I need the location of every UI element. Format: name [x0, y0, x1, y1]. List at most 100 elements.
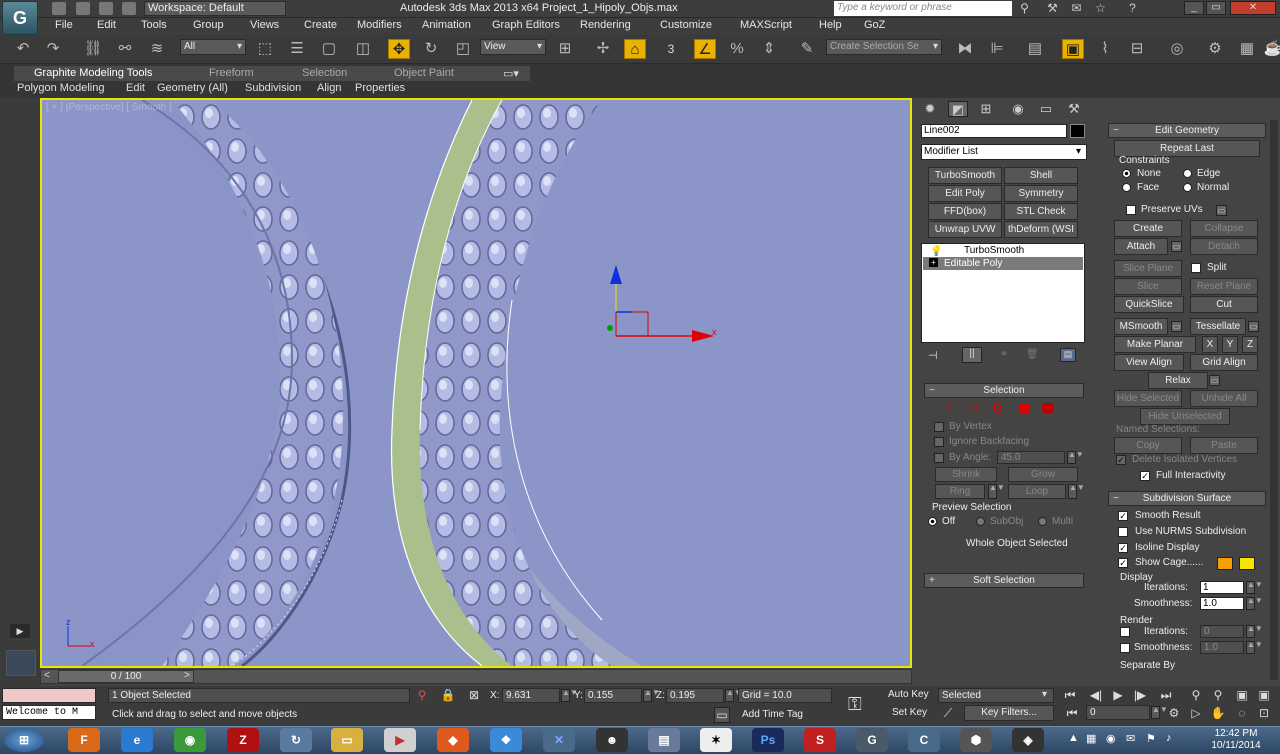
ring-button[interactable]: Ring — [935, 484, 985, 499]
current-frame-field[interactable]: 0 — [1086, 705, 1150, 720]
pan-icon[interactable]: ✋ — [1210, 706, 1226, 720]
copy-button[interactable]: Copy — [1114, 437, 1182, 454]
rendered-frame-icon[interactable]: ▦ — [1236, 39, 1258, 59]
binoculars-icon[interactable]: ⚲ — [1018, 2, 1031, 15]
cut-button[interactable]: Cut — [1190, 296, 1258, 313]
maxscript-listener-top[interactable] — [2, 688, 96, 703]
tray-chat-icon[interactable]: ✉ — [1126, 732, 1135, 745]
y-coord-spinner[interactable]: ▲▼ — [643, 689, 660, 702]
msmooth-button[interactable]: MSmooth — [1114, 318, 1168, 335]
tray-volume-icon[interactable]: ♪ — [1166, 732, 1172, 744]
maxscript-listener[interactable]: Welcome to M — [2, 705, 96, 720]
close-button[interactable]: ✕ — [1230, 1, 1276, 15]
dropbox-icon[interactable]: ❖ — [490, 728, 522, 752]
ribbon-sub-subdivision[interactable]: Subdivision — [245, 82, 301, 94]
display-tab-icon[interactable]: ▭ — [1036, 101, 1056, 117]
unhide-all-button[interactable]: Unhide All — [1190, 390, 1258, 407]
mod-symmetry-button[interactable]: Symmetry — [1004, 185, 1078, 202]
time-next-icon[interactable]: > — [184, 670, 190, 681]
mod-editpoly-button[interactable]: Edit Poly — [928, 185, 1002, 202]
align-icon[interactable]: ⊫ — [986, 39, 1008, 59]
communication-icon[interactable]: ✉ — [1070, 2, 1083, 15]
reference-coord-dropdown[interactable]: View — [480, 39, 546, 55]
mirror-icon[interactable]: ⧓ — [954, 39, 976, 59]
quickslice-button[interactable]: QuickSlice — [1114, 296, 1184, 313]
ribbon-sub-polygon-modeling[interactable]: Polygon Modeling — [17, 82, 104, 94]
undo-quick-icon[interactable] — [122, 2, 136, 15]
element-mode-icon[interactable] — [1042, 403, 1054, 413]
render-iterations-checkbox[interactable] — [1120, 627, 1130, 637]
spinner-snap-icon[interactable]: ⇕ — [758, 39, 780, 59]
move-icon[interactable]: ✥ — [388, 39, 410, 59]
media-player-icon[interactable]: ▶ — [384, 728, 416, 752]
app-icon-3[interactable]: ☻ — [596, 728, 628, 752]
tray-app-icon[interactable]: ◉ — [1106, 732, 1116, 745]
pivot-center-icon[interactable]: ⊞ — [554, 39, 576, 59]
delete-isolated-checkbox[interactable]: ✓ — [1116, 455, 1126, 465]
lock-selection-icon[interactable]: 🔒 — [440, 688, 456, 702]
ring-spinner[interactable]: ▲▼ — [988, 484, 1005, 499]
app-icon-5[interactable]: ✶ — [700, 728, 732, 752]
show-end-result-icon[interactable]: || — [962, 347, 982, 363]
start-button-icon[interactable]: ⊞ — [4, 728, 44, 752]
z-coord-spinner[interactable]: ▲▼ — [725, 689, 742, 702]
help-icon[interactable]: ? — [1126, 2, 1139, 15]
open-file-icon[interactable] — [76, 2, 90, 15]
constraint-face-radio[interactable] — [1122, 183, 1131, 192]
material-editor-icon[interactable]: ◎ — [1166, 39, 1188, 59]
menu-group[interactable]: Group — [193, 19, 224, 31]
tray-flag-icon[interactable]: ⚑ — [1146, 732, 1156, 745]
play-animation-icon[interactable]: ▶ — [1110, 688, 1126, 702]
msmooth-settings-icon[interactable]: ▭ — [1171, 321, 1182, 332]
ribbon-tab-freeform[interactable]: Freeform — [209, 67, 254, 79]
absolute-mode-icon[interactable]: ⊠ — [466, 688, 482, 702]
use-nurms-checkbox[interactable] — [1118, 527, 1128, 537]
curve-editor-icon[interactable]: ⌇ — [1094, 39, 1116, 59]
app-icon-1[interactable]: ◆ — [437, 728, 469, 752]
panel-scrollbar[interactable] — [1270, 120, 1278, 680]
soft-selection-rollout-header[interactable]: Soft Selection — [924, 573, 1084, 588]
mod-shell-button[interactable]: Shell — [1004, 167, 1078, 184]
subdivision-surface-header[interactable]: Subdivision Surface — [1108, 491, 1266, 506]
render-smoothness-spinner[interactable]: ▲▼ — [1246, 641, 1263, 654]
undo-icon[interactable]: ↶ — [12, 39, 34, 59]
rotate-icon[interactable]: ↻ — [420, 39, 442, 59]
ie-icon[interactable]: e — [121, 728, 153, 752]
border-mode-icon[interactable]: Ꝺ — [993, 400, 1002, 417]
create-button[interactable]: Create — [1114, 220, 1182, 237]
selection-rollout-header[interactable]: Selection — [924, 383, 1084, 398]
maximize-button[interactable]: ▭ — [1206, 1, 1226, 15]
render-smoothness-field[interactable]: 1.0 — [1200, 641, 1244, 654]
ribbon-options-icon[interactable]: ▭▾ — [503, 67, 519, 80]
favorites-icon[interactable]: ☆ — [1094, 2, 1107, 15]
utilities-tab-icon[interactable]: ⚒ — [1064, 101, 1084, 117]
go-to-start-icon[interactable]: ⏮ — [1062, 688, 1078, 703]
preview-subobj-radio[interactable] — [976, 517, 985, 526]
isolate-icon[interactable]: ⚲ — [414, 688, 430, 702]
select-manipulate-icon[interactable]: ✢ — [592, 39, 614, 59]
by-angle-checkbox[interactable] — [934, 453, 944, 463]
loop-button[interactable]: Loop — [1008, 484, 1066, 499]
full-interactivity-checkbox[interactable]: ✓ — [1140, 471, 1150, 481]
layer-manager-icon[interactable]: ▤ — [1024, 39, 1046, 59]
polygon-mode-icon[interactable] — [1019, 403, 1030, 413]
smooth-result-checkbox[interactable]: ✓ — [1118, 511, 1128, 521]
object-color-swatch[interactable] — [1070, 124, 1085, 138]
edge-mode-icon[interactable]: ◁ — [968, 401, 976, 414]
planar-z-button[interactable]: Z — [1242, 336, 1258, 353]
relax-button[interactable]: Relax — [1148, 372, 1208, 389]
maximize-viewport-icon[interactable]: ⊡ — [1256, 706, 1272, 720]
unlink-icon[interactable]: ⚯ — [114, 39, 136, 59]
play-icon[interactable]: ▶ — [10, 624, 30, 638]
preview-off-radio[interactable] — [928, 517, 937, 526]
search-input[interactable]: Type a keyword or phrase — [834, 1, 1012, 16]
snap-toggle-icon[interactable]: 3 — [660, 39, 682, 59]
render-setup-icon[interactable]: ⚙ — [1204, 39, 1226, 59]
angle-value-field[interactable]: 45.0 — [997, 451, 1065, 464]
configure-sets-icon[interactable]: ▤ — [1060, 348, 1076, 362]
mod-thdeform-button[interactable]: thDeform (WSI — [1004, 221, 1078, 238]
chrome-icon[interactable]: ◉ — [174, 728, 206, 752]
redo-icon[interactable]: ↷ — [42, 39, 64, 59]
menu-file[interactable]: File — [55, 19, 73, 31]
tessellate-button[interactable]: Tessellate — [1190, 318, 1246, 335]
